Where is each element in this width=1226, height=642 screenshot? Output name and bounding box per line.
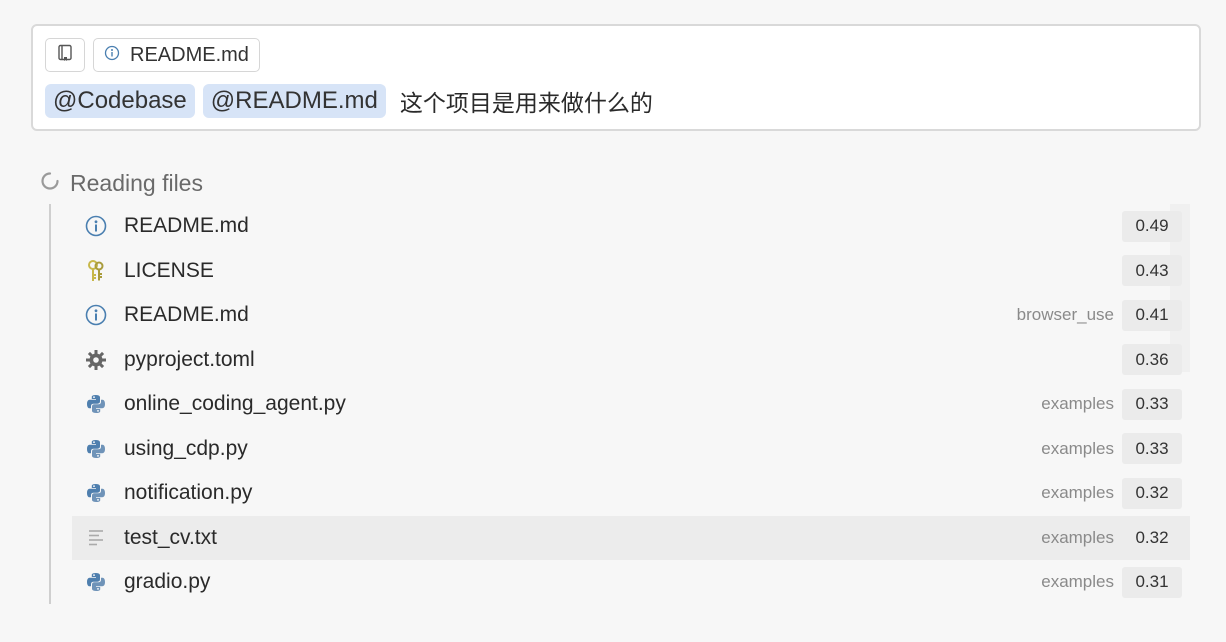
file-name: README.md xyxy=(124,214,249,238)
relevance-score: 0.32 xyxy=(1122,477,1182,509)
relevance-score: 0.49 xyxy=(1122,210,1182,242)
file-row[interactable]: README.md browser_use 0.41 xyxy=(72,293,1190,338)
python-icon xyxy=(84,570,108,594)
text-file-icon xyxy=(84,526,108,550)
file-name: notification.py xyxy=(124,481,253,505)
prompt-row[interactable]: @Codebase @README.md 这个项目是用来做什么的 xyxy=(45,84,653,118)
file-name: LICENSE xyxy=(124,258,214,282)
relevance-score: 0.31 xyxy=(1122,566,1182,598)
file-folder: browser_use xyxy=(1016,305,1114,325)
file-name: gradio.py xyxy=(124,570,211,594)
file-row[interactable]: README.md 0.49 xyxy=(72,204,1190,249)
reading-status: Reading files xyxy=(40,170,203,197)
file-name: pyproject.toml xyxy=(124,347,255,371)
readme-context-chip[interactable]: README.md xyxy=(93,38,260,72)
relevance-score: 0.33 xyxy=(1122,433,1182,465)
file-name: test_cv.txt xyxy=(124,525,217,549)
file-folder: examples xyxy=(1041,483,1114,503)
book-icon xyxy=(57,44,73,67)
file-folder: examples xyxy=(1041,572,1114,592)
python-icon xyxy=(84,392,108,416)
status-label: Reading files xyxy=(70,170,203,196)
chat-composer[interactable]: README.md @Codebase @README.md 这个项目是用来做什… xyxy=(31,24,1201,131)
relevance-score: 0.33 xyxy=(1122,388,1182,420)
mention-codebase[interactable]: @Codebase xyxy=(45,84,195,118)
file-row[interactable]: using_cdp.py examples 0.33 xyxy=(72,427,1190,472)
relevance-score: 0.36 xyxy=(1122,344,1182,376)
info-icon xyxy=(104,44,120,67)
codebase-context-chip[interactable] xyxy=(45,38,85,72)
relevance-score: 0.32 xyxy=(1135,527,1169,547)
file-row[interactable]: LICENSE 0.43 xyxy=(72,249,1190,294)
info-icon xyxy=(84,303,108,327)
mention-readme[interactable]: @README.md xyxy=(202,84,386,118)
relevance-score: 0.43 xyxy=(1122,255,1182,287)
file-row[interactable]: pyproject.toml 0.36 xyxy=(72,338,1190,383)
python-icon xyxy=(84,481,108,505)
prompt-input-text[interactable]: 这个项目是用来做什么的 xyxy=(400,84,653,118)
info-icon xyxy=(84,214,108,238)
file-folder: examples xyxy=(1041,438,1114,458)
file-folder: examples xyxy=(1041,527,1114,547)
tree-guide-line xyxy=(49,204,51,604)
file-folder: examples xyxy=(1041,394,1114,414)
key-icon xyxy=(84,259,108,283)
file-results-list: README.md 0.49 LICENSE 0.43 README.md br… xyxy=(72,204,1190,605)
file-name: README.md xyxy=(124,303,249,327)
file-row[interactable]: gradio.py examples 0.31 xyxy=(72,560,1190,605)
file-row[interactable]: test_cv.txt examples 0.32 xyxy=(72,515,1190,560)
spinner-icon xyxy=(40,170,60,197)
file-name: online_coding_agent.py xyxy=(124,392,346,416)
context-chip-label: README.md xyxy=(130,43,249,66)
file-row[interactable]: notification.py examples 0.32 xyxy=(72,471,1190,516)
gear-icon xyxy=(84,348,108,372)
context-chips: README.md xyxy=(45,38,260,72)
relevance-score: 0.41 xyxy=(1122,299,1182,331)
python-icon xyxy=(84,437,108,461)
file-name: using_cdp.py xyxy=(124,436,248,460)
file-row[interactable]: online_coding_agent.py examples 0.33 xyxy=(72,382,1190,427)
